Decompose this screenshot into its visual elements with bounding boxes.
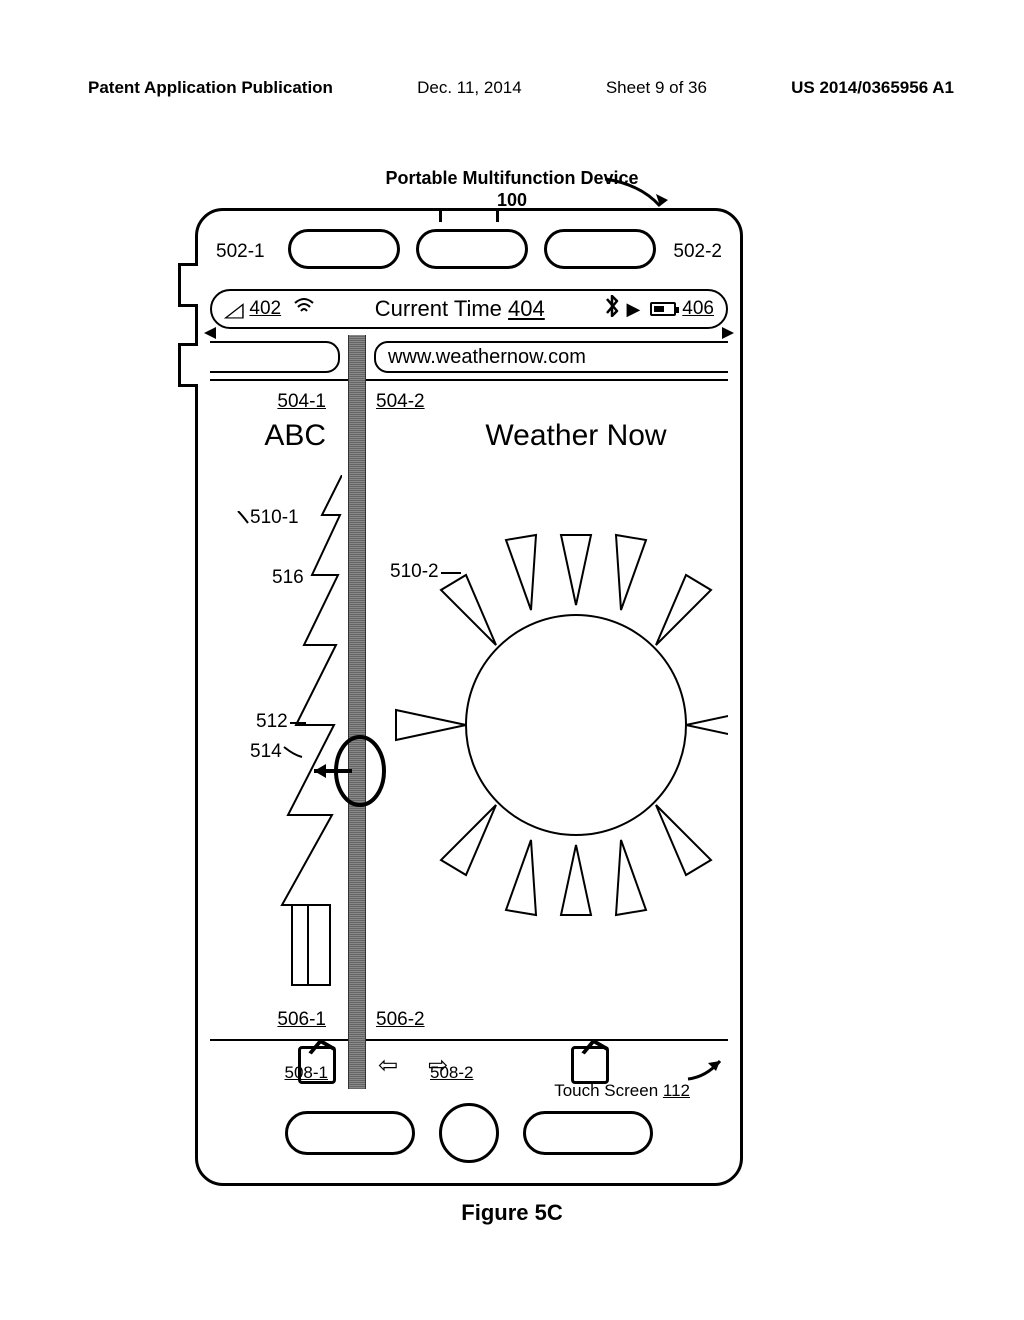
touch-screen-caption: Touch Screen 112 [554,1081,690,1101]
ref-504-1: 504-1 [277,391,326,413]
share-arrow-icon [308,1038,335,1061]
back-button[interactable]: ⇦ [378,1051,398,1080]
bluetooth-icon [604,295,620,323]
home-button[interactable] [439,1103,499,1163]
url-bar-left [210,335,348,381]
ref-504-2: 504-2 [376,391,425,413]
home-pill-right[interactable] [523,1111,653,1155]
signal-icon: ◿ [224,297,244,322]
battery-icon [650,302,676,316]
figure-caption: Figure 5C [0,1200,1024,1226]
touch-screen-leader-icon [686,1055,726,1085]
play-icon: ▶ [626,299,640,320]
ref-508-1: 508-1 [285,1063,328,1083]
proximity-sensor-3 [544,229,656,269]
ref-514: 514 [250,741,304,763]
ref-512: 512 [256,711,308,733]
publication-label: Patent Application Publication [88,78,333,98]
side-button-lower[interactable] [178,343,198,387]
side-button-upper[interactable] [178,263,198,307]
split-divider[interactable] [348,335,366,1089]
proximity-sensor-1 [288,229,400,269]
sheet-number: Sheet 9 of 36 [606,78,707,98]
ref-506-1: 506-1 [277,1009,326,1031]
app-right-title: Weather Now [366,419,728,453]
page-header: Patent Application Publication Dec. 11, … [88,78,954,98]
ref-406: 406 [682,298,714,320]
publication-date: Dec. 11, 2014 [417,78,522,98]
publication-number: US 2014/0365956 A1 [791,78,954,98]
url-bar-right: www.weathernow.com [366,335,728,381]
ref-506-2: 506-2 [376,1009,425,1031]
ref-510-1: 510-1 [236,507,299,529]
proximity-sensor-2 [416,229,528,269]
current-time-label: Current Time 404 [315,296,604,322]
share-button-right[interactable] [571,1046,609,1084]
device-frame: 502-1 502-2 ◿ 402 Current Time 404 ▶ 406… [195,208,743,1186]
url-field-right[interactable]: www.weathernow.com [374,341,728,373]
ref-502-2: 502-2 [673,241,722,263]
wifi-icon [293,297,315,321]
share-arrow-icon [581,1038,608,1061]
device-title: Portable Multifunction Device [0,168,1024,189]
url-field-left[interactable] [210,341,340,373]
ref-516: 516 [272,567,304,589]
gesture-indicator [308,731,398,811]
app-left-title: ABC [264,419,326,453]
home-row [198,1101,740,1165]
sun-graphic [366,485,728,945]
status-bar: ◿ 402 Current Time 404 ▶ 406 [210,289,728,329]
app-right[interactable]: www.weathernow.com 504-2 Weather Now [366,335,728,1089]
ref-508-2: 508-2 [430,1063,473,1083]
ref-502-1: 502-1 [216,241,265,263]
ref-510-2: 510-2 [390,561,463,583]
home-pill-left[interactable] [285,1111,415,1155]
speaker-notch [439,208,499,222]
ref-402: 402 [249,298,281,320]
touch-screen[interactable]: 504-1 ABC 506-1 508-1 www.weathernow.com [210,335,728,1089]
